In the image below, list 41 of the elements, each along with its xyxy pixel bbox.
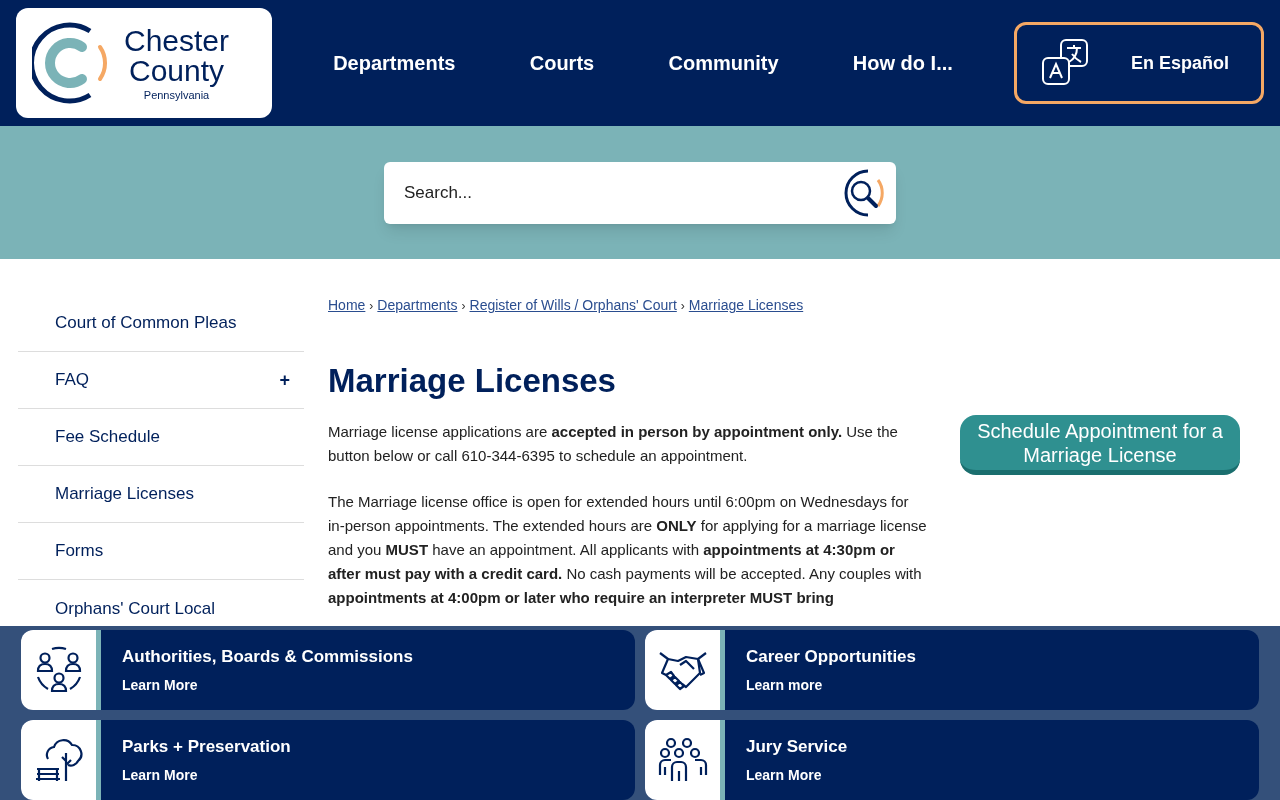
learn-more-link[interactable]: Learn More (746, 765, 848, 787)
breadcrumb-link[interactable]: Register of Wills / Orphans' Court (469, 295, 677, 316)
quick-link-card[interactable]: Jury Service Learn More (645, 720, 1259, 800)
sidebar-link[interactable]: Orphans' Court Local (55, 595, 216, 622)
learn-more-link[interactable]: Learn more (746, 675, 917, 697)
translate-icon (1041, 38, 1091, 88)
schedule-appointment-button[interactable]: Schedule Appointment for a Marriage License (960, 415, 1240, 475)
paragraph: The Marriage license office is open for extended hours until 6:00pm on Wednesdays for in-person appointments. The extended hours are ONLY for applying for a marriage license and you MUST have an appointment. All applicants with appointments at 4:30pm or after must pay with a credit card. No cash payments will be accepted. Any couples with appointments at 4:00pm or later who require an interpreter MUST bring (328, 491, 928, 608)
nav-link[interactable]: Community (668, 48, 779, 78)
breadcrumb-separator: › (461, 297, 466, 315)
sidebar-link[interactable]: Marriage Licenses (55, 481, 194, 507)
county-logo[interactable]: Chester County Pennsylvania (16, 8, 272, 118)
learn-more-link[interactable]: Learn More (122, 675, 413, 697)
sidebar-link[interactable]: Forms (55, 538, 104, 564)
card-title: Authorities, Boards & Commissions (122, 645, 413, 668)
nav-link[interactable]: Departments (333, 48, 456, 78)
breadcrumb-separator: › (680, 297, 685, 315)
logo-subtext: Pennsylvania (143, 89, 210, 101)
expand-toggle[interactable]: + (279, 366, 290, 394)
breadcrumb-link[interactable]: Home (328, 295, 366, 316)
logo-text: Chester (124, 25, 230, 56)
breadcrumb-link[interactable]: Departments (377, 295, 458, 316)
sidebar-link[interactable]: Court of Common Pleas (55, 310, 237, 336)
sidebar-link[interactable]: FAQ (55, 367, 89, 393)
card-title: Parks + Preservation (122, 735, 291, 758)
sidebar-link[interactable]: Fee Schedule (55, 424, 160, 450)
logo-text: County (129, 55, 225, 86)
nav-link[interactable]: Courts (529, 48, 595, 78)
paragraph: Marriage license applications are accepted in person by appointment only. Use the button below or call 610-344-6395 to schedule an appointment. (328, 421, 899, 466)
learn-more-link[interactable]: Learn More (122, 765, 291, 787)
card-title: Jury Service (746, 735, 848, 758)
search-field[interactable]: Search... (384, 161, 896, 224)
language-button[interactable]: En Español (1014, 22, 1264, 104)
breadcrumb-link[interactable]: Marriage Licenses (688, 295, 804, 316)
quick-link-card[interactable]: Career Opportunities Learn more (645, 630, 1259, 710)
page-title: Marriage Licenses (328, 361, 617, 401)
quick-link-card[interactable]: Authorities, Boards & Commissions Learn More (21, 630, 635, 710)
card-title: Career Opportunities (746, 645, 917, 668)
quick-link-card[interactable]: Parks + Preservation Learn More (21, 720, 635, 800)
nav-link[interactable]: How do I... (852, 48, 953, 78)
breadcrumb-separator: › (369, 297, 374, 315)
